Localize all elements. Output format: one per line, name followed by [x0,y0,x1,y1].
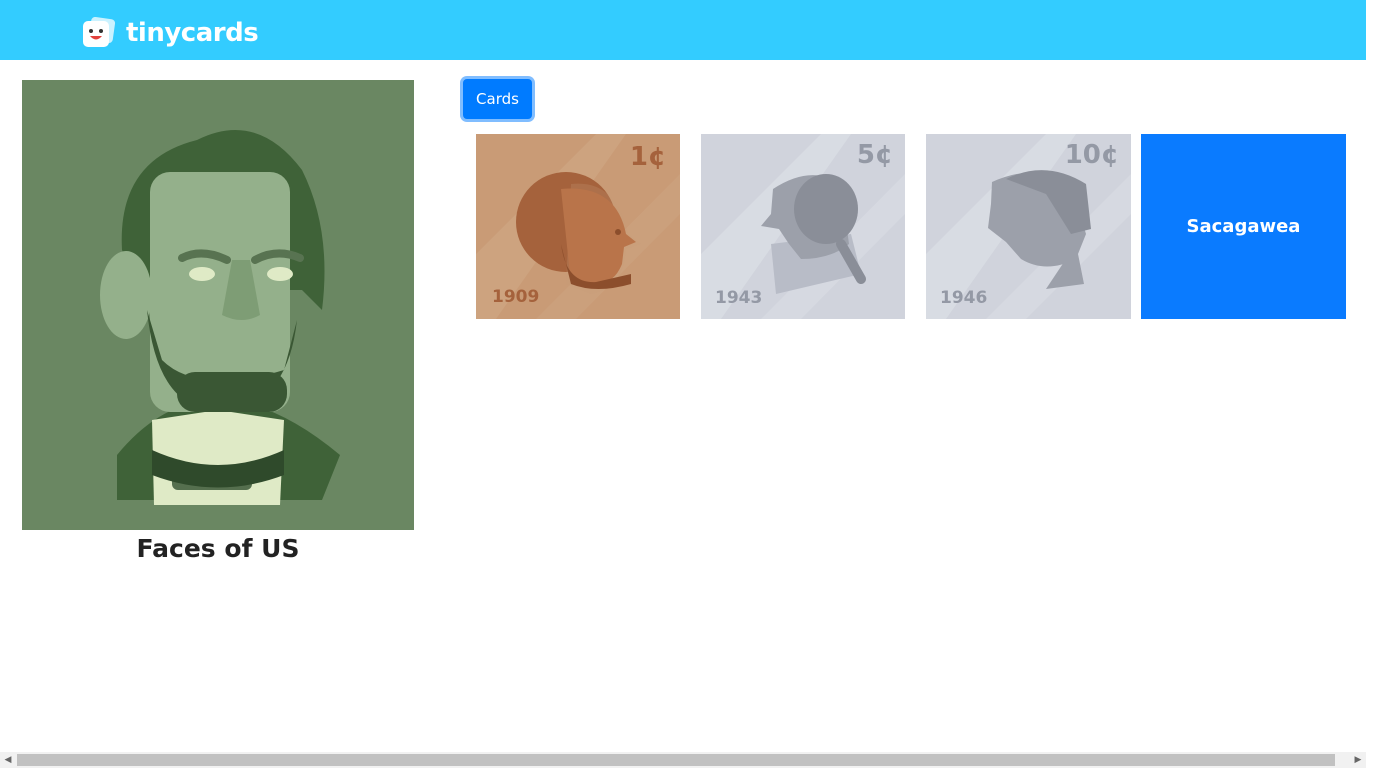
scroll-right-arrow-icon[interactable]: ▶ [1350,752,1366,768]
deck-title: Faces of US [136,534,300,563]
deck-panel: Faces of US [22,80,414,563]
card-label: Sacagawea [1186,216,1301,237]
scroll-left-arrow-icon[interactable]: ◀ [0,752,16,768]
card-year: 1946 [940,288,988,308]
tinycards-logo-icon [83,17,116,47]
card-ten-cent[interactable]: 10¢ 1946 [926,134,1131,319]
horizontal-scrollbar[interactable]: ◀ ▶ [0,752,1366,768]
card-year: 1943 [715,288,763,308]
top-bar: tinycards [0,0,1366,60]
brand-name: tinycards [126,18,259,48]
card-year: 1909 [492,287,540,307]
lincoln-portrait-icon[interactable] [22,80,414,530]
card-denomination: 10¢ [1064,140,1119,170]
card-denomination: 5¢ [856,140,893,170]
scrollbar-thumb[interactable] [17,754,1335,766]
card-five-cent[interactable]: 5¢ 1943 [701,134,905,319]
tinycards-logo[interactable]: tinycards [82,16,259,50]
card-denomination: 1¢ [629,142,666,172]
cards-tab-button[interactable]: Cards [463,79,532,119]
card-sacagawea[interactable]: Sacagawea [1141,134,1346,319]
card-one-cent[interactable]: 1¢ 1909 [476,134,680,319]
